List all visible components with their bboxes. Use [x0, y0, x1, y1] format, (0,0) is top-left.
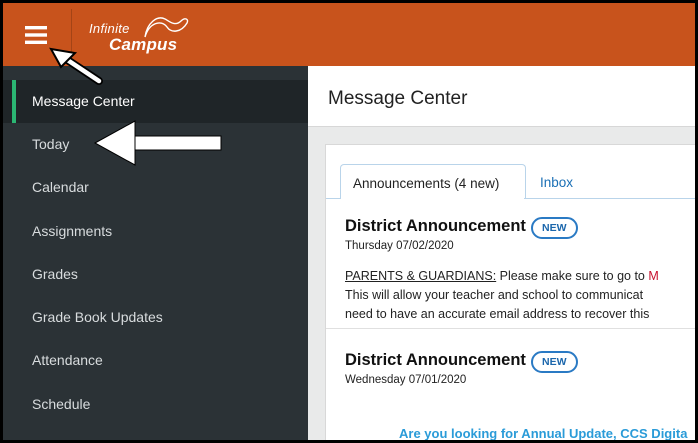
sidebar-item-label: Grades — [32, 266, 78, 282]
page-title: Message Center — [328, 88, 468, 109]
tab-label: Inbox — [540, 175, 574, 190]
announcement-title: District Announcement — [345, 351, 526, 369]
tab-label: Announcements (4 new) — [353, 176, 500, 191]
announcement-body-link[interactable]: M — [648, 269, 658, 283]
sidebar-item-calendar[interactable]: Calendar — [3, 166, 308, 209]
tab-announcements[interactable]: Announcements (4 new) — [340, 164, 526, 199]
hamburger-menu-icon — [25, 25, 47, 44]
logo-swoosh-icon — [144, 17, 189, 38]
top-bar: Infinite Campus — [3, 3, 695, 66]
announcement-link[interactable]: Are you looking for Annual Update, CCS D… — [399, 426, 687, 440]
sidebar-item-label: Attendance — [32, 352, 103, 368]
announcement-body-line3: need to have an accurate email address t… — [345, 307, 650, 321]
sidebar-item-message-center[interactable]: Message Center — [3, 80, 308, 123]
announcement-body-line1: Please make sure to go to — [496, 269, 649, 283]
tab-underline — [524, 198, 695, 199]
logo-text-infinite: Infinite — [89, 21, 130, 36]
sidebar-item-assignments[interactable]: Assignments — [3, 210, 308, 253]
sidebar-item-today[interactable]: Today — [3, 123, 308, 166]
new-badge: NEW — [531, 217, 578, 239]
topbar-divider — [71, 9, 72, 60]
new-badge: NEW — [531, 351, 578, 373]
sidebar-item-label: Grade Book Updates — [32, 309, 163, 325]
sidebar-item-grade-book-updates[interactable]: Grade Book Updates — [3, 296, 308, 339]
announcement-date: Thursday 07/02/2020 — [345, 240, 454, 252]
infinite-campus-logo[interactable]: Infinite Campus — [89, 17, 199, 57]
menu-button[interactable] — [3, 3, 69, 66]
main-content: Message Center Announcements (4 new) Inb… — [308, 66, 695, 440]
sidebar-item-label: Calendar — [32, 179, 89, 195]
announcement-date: Wednesday 07/01/2020 — [345, 374, 467, 386]
announcement-body-line2: This will allow your teacher and school … — [345, 288, 644, 302]
sidebar-item-label: Today — [32, 136, 70, 152]
announcement-title: District Announcement — [345, 217, 526, 235]
sidebar-item-schedule[interactable]: Schedule — [3, 383, 308, 426]
sidebar-item-attendance[interactable]: Attendance — [3, 339, 308, 382]
sidebar-item-label: Assignments — [32, 223, 113, 239]
announcement-body-heading: PARENTS & GUARDIANS: — [345, 269, 497, 283]
announcement-divider — [326, 328, 695, 329]
tab-underline — [326, 198, 340, 199]
sidebar-item-label: Message Center — [32, 93, 135, 109]
message-card: Announcements (4 new) Inbox District Ann… — [325, 144, 695, 440]
sidebar-item-label: Schedule — [32, 396, 91, 412]
page-header: Message Center — [308, 66, 695, 127]
tab-inbox[interactable]: Inbox — [526, 164, 586, 198]
sidebar-item-grades[interactable]: Grades — [3, 253, 308, 296]
sidebar: Message Center Today Calendar Assignment… — [3, 66, 308, 440]
announcement-body: PARENTS & GUARDIANS: Please make sure to… — [345, 267, 695, 324]
app-window: Infinite Campus Message Center Today Cal… — [3, 3, 695, 440]
